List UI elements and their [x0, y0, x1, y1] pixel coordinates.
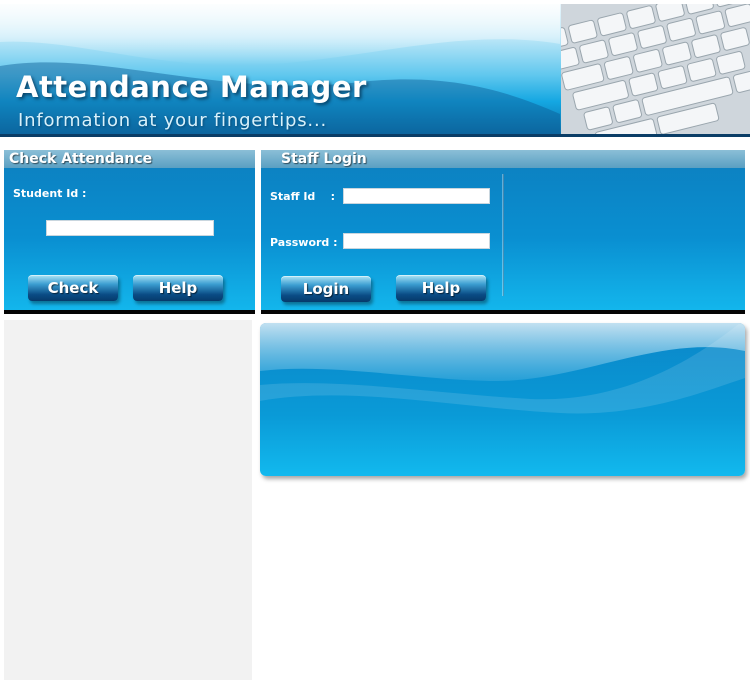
password-label: Password : [270, 236, 338, 249]
keyboard-image [561, 4, 750, 134]
app-title: Attendance Manager [16, 70, 367, 104]
check-attendance-title: Check Attendance [4, 150, 255, 168]
staff-login-panel: Staff Login Staff Id : Password : Login … [261, 150, 745, 314]
check-attendance-panel: Check Attendance Student Id : Check Help [4, 150, 255, 314]
staff-help-button[interactable]: Help [396, 275, 486, 301]
login-button[interactable]: Login [281, 276, 371, 302]
banner-wave-decoration [260, 323, 745, 414]
staff-id-input[interactable] [343, 188, 490, 204]
check-button[interactable]: Check [28, 275, 118, 301]
student-id-input[interactable] [46, 220, 214, 236]
left-sidebar-area [4, 320, 252, 680]
student-id-label: Student Id : [13, 187, 87, 200]
staff-id-label: Staff Id : [270, 190, 336, 203]
decorative-banner [260, 323, 745, 476]
site-header: Attendance Manager Information at your f… [0, 4, 750, 137]
staff-login-title: Staff Login [261, 150, 745, 168]
password-input[interactable] [343, 233, 490, 249]
app-tagline: Information at your fingertips... [18, 110, 327, 131]
check-help-button[interactable]: Help [133, 275, 223, 301]
panel-divider [502, 174, 504, 296]
